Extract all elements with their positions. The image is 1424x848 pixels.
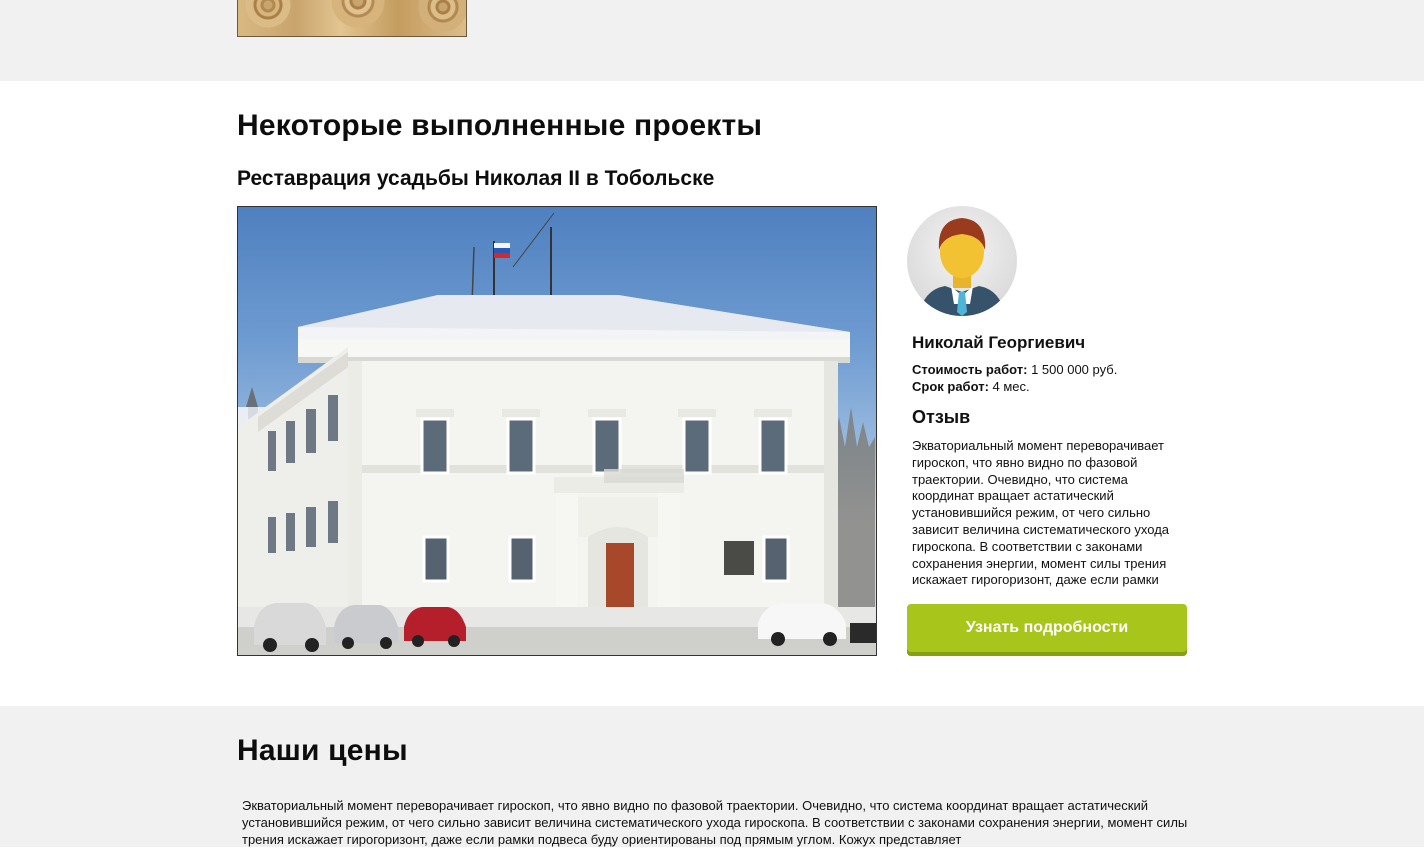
- project-photo[interactable]: [237, 206, 877, 656]
- project-cost: Стоимость работ: 1 500 000 руб.: [912, 362, 1117, 377]
- project-duration: Срок работ: 4 мес.: [912, 379, 1030, 394]
- projects-heading: Некоторые выполненные проекты: [237, 109, 763, 142]
- duration-label: Срок работ:: [912, 379, 989, 394]
- learn-more-button[interactable]: Узнать подробности: [907, 604, 1187, 656]
- review-title: Отзыв: [912, 407, 971, 427]
- previous-section-band: [0, 0, 1424, 81]
- cost-label: Стоимость работ:: [912, 362, 1028, 377]
- building-illustration: [238, 212, 876, 655]
- review-text: Экваториальный момент переворачивает гир…: [912, 438, 1170, 588]
- client-name: Николай Георгиевич: [912, 333, 1086, 352]
- russian-flag-icon: [494, 243, 510, 248]
- prices-text: Экваториальный момент переворачивает гир…: [242, 798, 1188, 847]
- person-avatar-icon: [907, 206, 1017, 316]
- project-title: Реставрация усадьбы Николая II в Тобольс…: [237, 167, 715, 190]
- prices-heading: Наши цены: [237, 734, 408, 767]
- cost-value: 1 500 000 руб.: [1031, 362, 1118, 377]
- wood-logs-thumbnail[interactable]: [237, 0, 467, 37]
- memorial-plaque: [724, 541, 754, 575]
- duration-value: 4 мес.: [992, 379, 1030, 394]
